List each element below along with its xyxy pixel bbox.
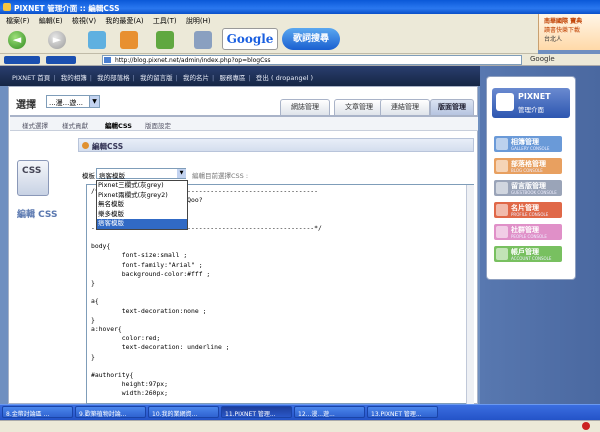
subtab-style-contribute[interactable]: 樣式貢獻 (62, 120, 88, 130)
subtab-layout-settings[interactable]: 版面設定 (145, 120, 171, 130)
dropdown-option[interactable]: 無名模版 (97, 200, 187, 210)
console-item-icon (496, 138, 508, 150)
menu-favorites[interactable]: 我的最愛(A) (105, 16, 143, 26)
sitenav-service[interactable]: 服務專區 (219, 74, 245, 82)
tab-blog-manage[interactable]: 網誌管理 (280, 99, 330, 115)
pixnet-logo-name: PIXNET (518, 92, 551, 101)
console-item-icon (496, 182, 508, 194)
taskbar-button[interactable]: 11.PIXNET 管理... (221, 406, 292, 418)
divider: | (89, 74, 92, 82)
status-bar (0, 420, 600, 432)
ad-line: 南華國際 寶典 (544, 18, 583, 25)
ad-line: 讀書快樂下載 (544, 27, 581, 34)
tab-link-manage[interactable]: 連結管理 (380, 99, 430, 115)
taskbar-button[interactable]: 8.金幣討論區 ... (2, 406, 73, 418)
package-icon[interactable] (156, 31, 174, 49)
tab-post-manage[interactable]: 文章管理 (334, 99, 384, 115)
console-item-icon (496, 248, 508, 260)
css-icon-label: CSS (22, 166, 42, 176)
console-item-sub: ACCOUNT CONSOLE (511, 256, 552, 261)
sitenav-logout[interactable]: 登出 ( dropangel ) (256, 74, 313, 82)
divider: | (53, 74, 56, 82)
divider: | (248, 74, 251, 82)
console-item-icon (496, 160, 508, 172)
app-icon (3, 3, 11, 11)
template-select[interactable]: 痞客模版 (96, 168, 186, 180)
console-item-sub: GUESTBOOK CONSOLE (511, 190, 557, 195)
subtab-style-select[interactable]: 樣式選擇 (22, 120, 48, 130)
google-logo[interactable]: Google (222, 28, 278, 50)
url-input[interactable]: http://blog.pixnet.net/admin/index.php?o… (102, 55, 522, 65)
menu-bar: 檔案(F) 編輯(E) 檢視(V) 我的最愛(A) 工具(T) 說明(H) (0, 14, 600, 26)
sitenav-blog[interactable]: 我的部落格 (97, 74, 130, 82)
console-item-sub: PROFILE CONSOLE (511, 212, 549, 217)
site-navigation: PIXNET 首頁 | 我的相簿 | 我的部落格 | 我的留言版 | 我的名片 | 服務專… (0, 66, 480, 86)
taskbar-button[interactable]: 9.歡築植物討論... (75, 406, 146, 418)
window-title-bar: PIXNET 管理介面 :: 編輯CSS (0, 0, 600, 14)
menu-help[interactable]: 說明(H) (186, 16, 211, 26)
chevron-down-icon[interactable]: ▼ (177, 169, 186, 178)
console-item-sub: PEOPLE CONSOLE (511, 234, 547, 239)
pixnet-logo-sub: 管理介面 (518, 106, 544, 114)
bullet-icon (82, 142, 89, 149)
divider: | (175, 74, 178, 82)
template-label: 模板 (82, 172, 95, 180)
sitenav-album[interactable]: 我的相簿 (61, 74, 87, 82)
google-search-label[interactable]: Google (530, 55, 555, 63)
page-icon (104, 57, 111, 63)
media-icon[interactable] (194, 31, 212, 49)
taskbar-button[interactable]: 10.我的業網資... (148, 406, 219, 418)
ad-line: 台北人 (544, 36, 563, 43)
taskbar-button[interactable]: 13.PIXNET 管理... (367, 406, 438, 418)
template-hint: 編輯目前選擇CSS : (192, 172, 249, 180)
blog-select-label: 選擇 (16, 100, 36, 111)
tab-layout-manage[interactable]: 版面管理 (430, 99, 474, 115)
back-arrow-icon[interactable]: ◄ (8, 31, 26, 49)
console-item-icon (496, 226, 508, 238)
dropdown-option[interactable]: Pixnet三欄式(灰grey) (97, 181, 187, 191)
console-item-sub: BLOG CONSOLE (511, 168, 543, 173)
window-title: PIXNET 管理介面 :: 編輯CSS (14, 4, 120, 13)
lyrics-search-button[interactable]: 歌詞搜尋 (282, 28, 340, 50)
taskbar-button[interactable]: 12...漫...遊... (294, 406, 365, 418)
chevron-down-icon[interactable]: ▼ (89, 96, 99, 107)
dropdown-option-selected[interactable]: 痞客模版 (97, 219, 187, 229)
refresh-icon[interactable] (88, 31, 106, 49)
menu-file[interactable]: 檔案(F) (6, 16, 30, 26)
divider: | (132, 74, 135, 82)
divider: | (212, 74, 215, 82)
menu-view[interactable]: 檢視(V) (72, 16, 96, 26)
menu-tools[interactable]: 工具(T) (153, 16, 177, 26)
back-history-button[interactable] (4, 56, 40, 64)
section-header (78, 138, 474, 152)
pixnet-logo-icon (496, 93, 514, 111)
dropdown-option[interactable]: 樂多模版 (97, 210, 187, 220)
forward-history-button[interactable] (46, 56, 76, 64)
dropdown-option[interactable]: Pixnet兩欄式(灰grey2) (97, 191, 187, 201)
menu-edit[interactable]: 編輯(E) (39, 16, 63, 26)
console-item-sub: GALLERY CONSOLE (511, 146, 550, 151)
sitenav-home[interactable]: PIXNET 首頁 (12, 74, 50, 82)
console-item-icon (496, 204, 508, 216)
sitenav-guestbook[interactable]: 我的留言版 (140, 74, 173, 82)
home-icon[interactable] (120, 31, 138, 49)
security-icon (582, 422, 590, 430)
editor-scrollbar[interactable] (466, 185, 474, 404)
sidebar-title: 編輯 CSS (17, 210, 58, 220)
forward-arrow-icon[interactable]: ► (48, 31, 66, 49)
section-title: 編輯CSS (92, 142, 124, 151)
sitenav-profile[interactable]: 我的名片 (183, 74, 209, 82)
subtab-edit-css[interactable]: 編輯CSS (105, 120, 132, 130)
